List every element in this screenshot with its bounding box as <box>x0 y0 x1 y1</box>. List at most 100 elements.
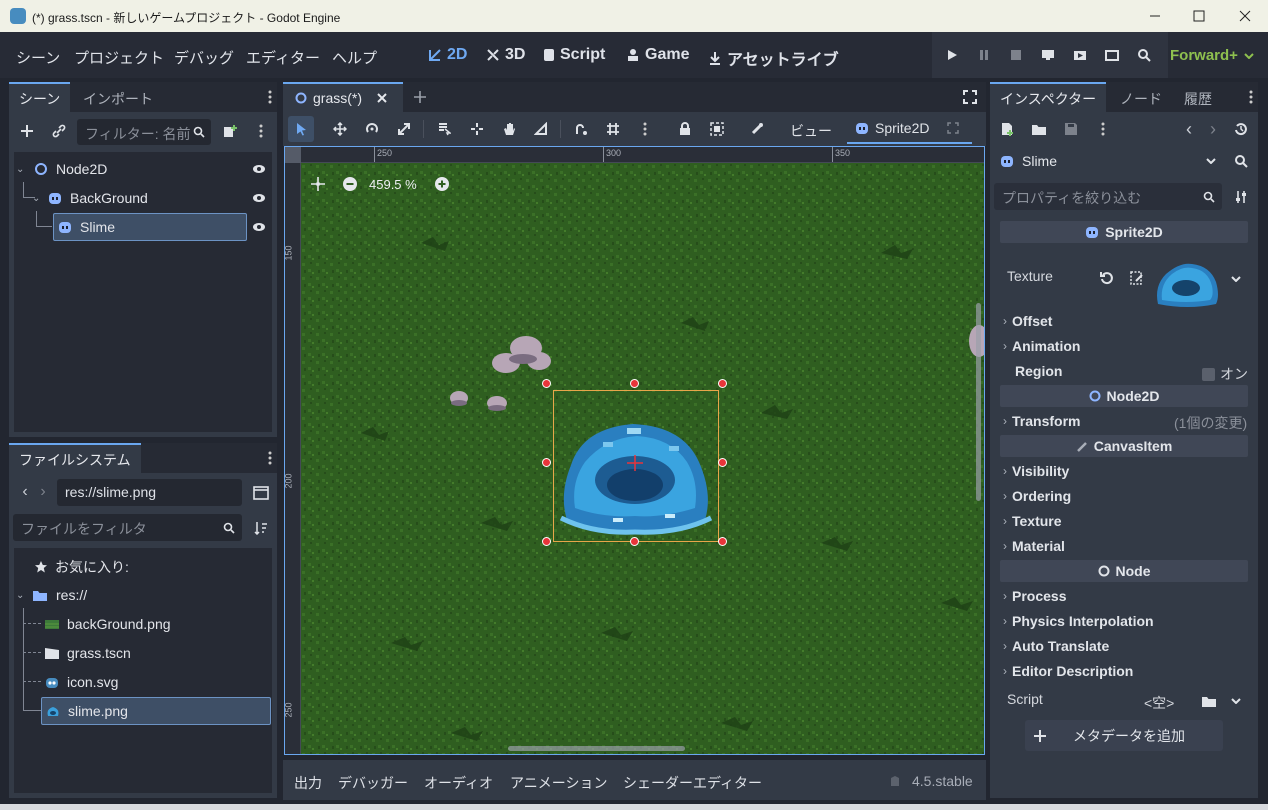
close-window-button[interactable] <box>1222 0 1268 32</box>
add-metadata-button[interactable]: メタデータを追加 <box>1025 720 1223 751</box>
prop-auto-translate[interactable]: › Auto Translate <box>1003 638 1109 654</box>
zoom-level[interactable]: 459.5 % <box>369 177 417 192</box>
menu-help[interactable]: ヘルプ <box>332 47 377 68</box>
close-tab-icon[interactable] <box>376 92 388 104</box>
snap-options-icon[interactable] <box>634 118 656 140</box>
texture-preview[interactable] <box>1152 256 1222 310</box>
scale-tool-icon[interactable] <box>393 118 415 140</box>
object-selector[interactable]: Slime <box>994 148 1222 174</box>
resize-handle[interactable] <box>542 537 551 546</box>
center-view-icon[interactable] <box>311 177 325 191</box>
visibility-eye-icon[interactable] <box>248 216 270 238</box>
tree-node-background[interactable]: ⌄ BackGround <box>30 184 268 212</box>
save-icon[interactable] <box>1060 118 1082 140</box>
visibility-eye-icon[interactable] <box>248 158 270 180</box>
texture-dropdown-icon[interactable] <box>1225 268 1247 290</box>
tab-grass-scene[interactable]: grass(*) <box>283 82 403 112</box>
menu-scene[interactable]: シーン <box>16 47 60 68</box>
open-folder-icon[interactable] <box>1028 118 1050 140</box>
object-history-icon[interactable] <box>1230 118 1252 140</box>
tab-import[interactable]: インポート <box>73 82 163 112</box>
remote-deploy-icon[interactable] <box>1037 46 1059 64</box>
play-scene-icon[interactable] <box>1069 46 1091 64</box>
file-row[interactable]: backGround.png <box>44 610 171 638</box>
vertical-scrollbar[interactable] <box>976 303 981 501</box>
favorites-row[interactable]: お気に入り: <box>34 553 129 581</box>
tab-audio[interactable]: オーディオ <box>424 773 493 793</box>
prop-physics-interpolation[interactable]: › Physics Interpolation <box>1003 613 1154 629</box>
new-scene-tab-icon[interactable] <box>409 86 431 108</box>
zoom-in-icon[interactable] <box>435 177 449 191</box>
expand-icon[interactable] <box>947 122 960 134</box>
file-filter-input[interactable]: ファイルをフィルタ <box>13 514 242 541</box>
play-custom-icon[interactable] <box>1101 46 1123 64</box>
inspector-menu-icon[interactable] <box>1092 118 1114 140</box>
selectable-nodes-icon[interactable] <box>433 118 455 140</box>
menu-editor[interactable]: エディター <box>246 47 320 68</box>
prop-ordering[interactable]: › Ordering <box>1003 488 1071 504</box>
file-row[interactable]: icon.svg <box>44 668 118 696</box>
pan-tool-icon[interactable] <box>498 118 520 140</box>
forward-arrow-icon[interactable]: › <box>32 481 54 503</box>
canvas-viewport[interactable]: 459.5 % <box>301 163 984 754</box>
grid-snap-icon[interactable] <box>602 118 624 140</box>
resize-handle[interactable] <box>718 379 727 388</box>
tab-inspector[interactable]: インスペクター <box>990 82 1107 112</box>
prop-editor-description[interactable]: › Editor Description <box>1003 663 1133 679</box>
prop-transform[interactable]: › Transform <box>1003 413 1080 429</box>
resize-handle[interactable] <box>630 537 639 546</box>
prop-offset[interactable]: › Offset <box>1003 313 1052 329</box>
dock-menu-icon[interactable] <box>259 86 281 108</box>
lock-icon[interactable] <box>674 118 696 140</box>
tab-shader-editor[interactable]: シェーダーエディター <box>623 773 762 793</box>
prop-visibility[interactable]: › Visibility <box>1003 463 1069 479</box>
minimize-button[interactable] <box>1132 0 1178 32</box>
version-label[interactable]: 4.5.stable <box>912 773 973 789</box>
prop-animation[interactable]: › Animation <box>1003 338 1080 354</box>
sort-icon[interactable] <box>250 517 272 539</box>
play-icon[interactable] <box>941 46 963 64</box>
instantiate-scene-icon[interactable] <box>219 120 241 142</box>
tab-node[interactable]: ノード <box>1110 82 1172 112</box>
rotate-tool-icon[interactable] <box>361 118 383 140</box>
new-resource-icon[interactable] <box>996 118 1018 140</box>
revert-icon[interactable] <box>1096 267 1118 289</box>
ruler-tool-icon[interactable] <box>530 118 552 140</box>
tab-scene[interactable]: シーン <box>9 82 71 112</box>
collapse-arrow-icon[interactable]: ⌄ <box>16 164 30 175</box>
smart-snap-icon[interactable] <box>570 118 592 140</box>
mode-2d-button[interactable]: 2D <box>428 46 467 64</box>
load-script-icon[interactable] <box>1198 690 1220 712</box>
split-view-icon[interactable] <box>250 482 272 504</box>
resize-handle[interactable] <box>542 458 551 467</box>
distraction-free-icon[interactable] <box>959 86 981 108</box>
resize-handle[interactable] <box>630 379 639 388</box>
visibility-eye-icon[interactable] <box>248 187 270 209</box>
tab-output[interactable]: 出力 <box>294 773 322 793</box>
dock-menu-icon[interactable] <box>259 447 281 469</box>
mode-script-button[interactable]: Script <box>543 46 605 64</box>
script-value[interactable]: <空> <box>1144 693 1174 713</box>
view-menu[interactable]: ビュー <box>790 121 832 141</box>
prop-process[interactable]: › Process <box>1003 588 1066 604</box>
skeleton-icon[interactable] <box>746 118 768 140</box>
link-icon[interactable] <box>48 120 70 142</box>
mode-game-button[interactable]: Game <box>626 46 689 64</box>
move-tool-icon[interactable] <box>329 118 351 140</box>
scene-menu-icon[interactable] <box>250 120 272 142</box>
file-row-selected[interactable]: slime.png <box>41 697 271 725</box>
script-dropdown-icon[interactable] <box>1225 690 1247 712</box>
select-tool-icon[interactable] <box>288 116 314 142</box>
dock-menu-icon[interactable] <box>1240 86 1262 108</box>
mode-assetlib-button[interactable]: アセットライブ <box>708 46 839 70</box>
resize-handle[interactable] <box>718 458 727 467</box>
sprite2d-menu[interactable]: Sprite2D <box>847 114 972 144</box>
history-forward-icon[interactable]: › <box>1202 118 1224 140</box>
menu-project[interactable]: プロジェクト <box>74 47 164 68</box>
documentation-icon[interactable] <box>1230 150 1252 172</box>
zoom-out-icon[interactable] <box>343 177 357 191</box>
property-filter-input[interactable]: プロパティを絞り込む <box>994 183 1222 210</box>
history-back-icon[interactable]: ‹ <box>1178 118 1200 140</box>
region-checkbox[interactable]: オン <box>1202 364 1248 384</box>
tab-debugger[interactable]: デバッガー <box>338 773 408 793</box>
